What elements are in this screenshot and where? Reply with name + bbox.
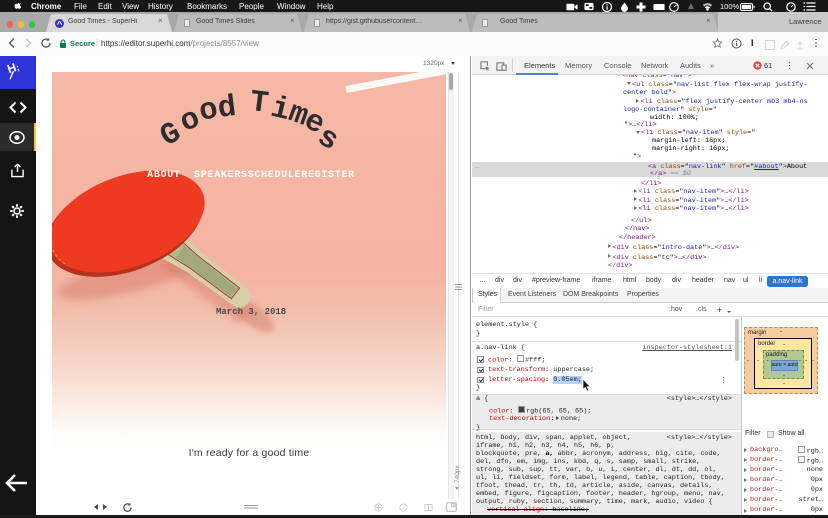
svg-text:T: T: [248, 86, 270, 122]
svg-text:d: d: [216, 91, 238, 127]
